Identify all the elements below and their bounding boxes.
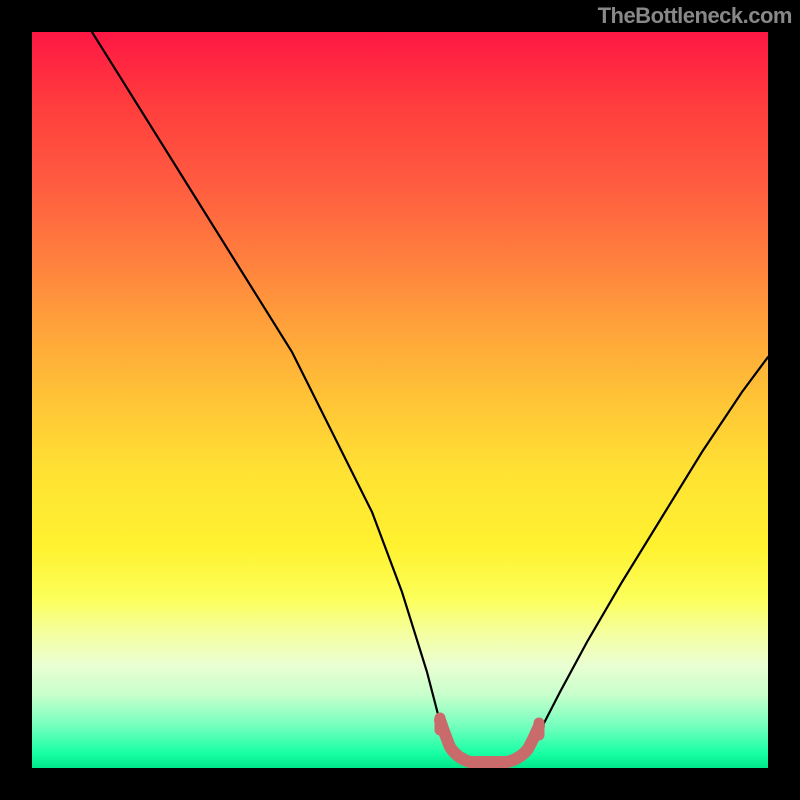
bottleneck-curve-svg [32, 32, 768, 768]
bottleneck-curve-path [92, 32, 768, 762]
watermark-text: TheBottleneck.com [598, 3, 792, 29]
plot-area [32, 32, 768, 768]
optimal-zone-marker [440, 720, 539, 762]
chart-frame: TheBottleneck.com [0, 0, 800, 800]
